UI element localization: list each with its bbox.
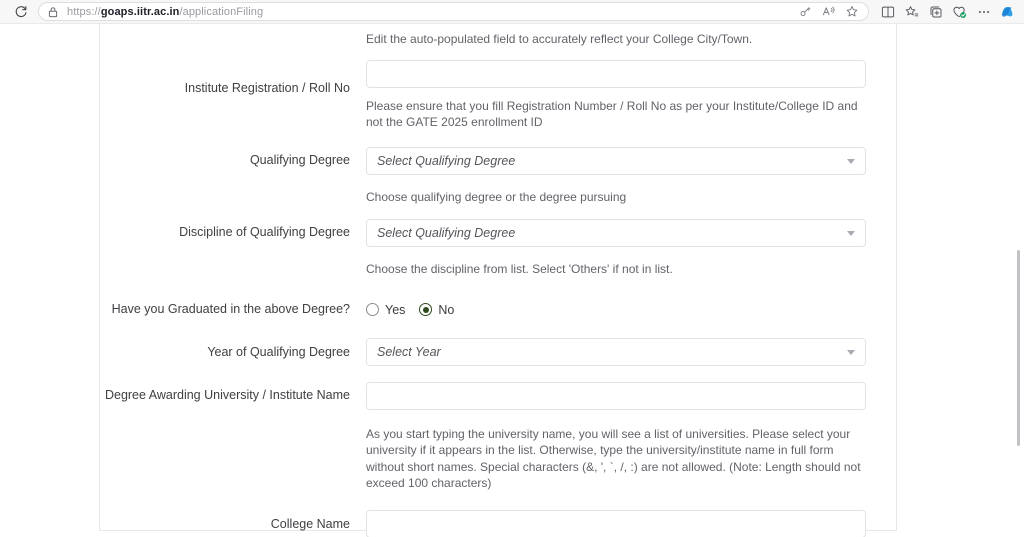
url-path: /applicationFiling: [179, 5, 264, 18]
field-college-city-helper: Edit the auto-populated field to accurat…: [366, 24, 896, 48]
password-key-icon[interactable]: [795, 2, 816, 21]
form-row-college-city-helper: Edit the auto-populated field to accurat…: [100, 24, 896, 48]
qualifying-degree-select[interactable]: Select Qualifying Degree: [366, 146, 866, 175]
radio-label-yes: Yes: [385, 302, 406, 317]
form-row-have-you-graduated: Have you Graduated in the above Degree? …: [100, 278, 896, 320]
year-of-qualifying-degree-select[interactable]: Select Year: [366, 337, 866, 366]
label-degree-awarding-university: Degree Awarding University / Institute N…: [104, 387, 350, 402]
address-bar[interactable]: https://goaps.iitr.ac.in/applicationFili…: [38, 2, 869, 21]
form-row-year-qualifying-degree: Year of Qualifying Degree Select Year: [100, 320, 896, 366]
form-row-institute-registration: Institute Registration / Roll No Please …: [100, 48, 896, 131]
label-institute-registration: Institute Registration / Roll No: [184, 80, 350, 95]
form-row-college-name: College Name As you start typing the col…: [100, 492, 896, 537]
url-host: goaps.iitr.ac.in: [100, 5, 180, 18]
label-year-qualifying-degree: Year of Qualifying Degree: [207, 344, 350, 359]
form-row-qualifying-degree: Qualifying Degree Select Qualifying Degr…: [100, 131, 896, 206]
label-college-name: College Name: [270, 516, 350, 531]
helper-text-discipline-qualifying-degree: Choose the discipline from list. Select …: [366, 262, 673, 276]
discipline-select-wrap: Select Qualifying Degree: [366, 219, 866, 247]
field-qualifying-degree: Select Qualifying Degree Choose qualifyi…: [366, 131, 896, 206]
field-degree-awarding-university: As you start typing the university name,…: [366, 366, 896, 492]
split-screen-icon[interactable]: [877, 2, 898, 21]
settings-and-more-icon[interactable]: [973, 2, 994, 21]
radio-option-no[interactable]: No: [419, 303, 454, 317]
lock-icon[interactable]: [45, 5, 61, 19]
helper-text-institute-registration: Please ensure that you fill Registration…: [366, 98, 858, 130]
degree-awarding-university-input[interactable]: [366, 381, 866, 410]
radio-dot-yes[interactable]: [366, 303, 379, 316]
page-viewport: Edit the auto-populated field to accurat…: [0, 24, 1024, 537]
form-row-discipline-qualifying-degree: Discipline of Qualifying Degree Select Q…: [100, 205, 896, 278]
application-form-card: Edit the auto-populated field to accurat…: [99, 24, 897, 537]
qualifying-degree-select-wrap: Select Qualifying Degree: [366, 146, 866, 175]
label-qualifying-degree: Qualifying Degree: [249, 152, 350, 167]
collections-icon[interactable]: [925, 2, 946, 21]
college-name-input[interactable]: [366, 509, 866, 537]
radio-label-no: No: [438, 302, 455, 317]
browser-toolbar: https://goaps.iitr.ac.in/applicationFili…: [0, 0, 1024, 24]
label-have-you-graduated: Have you Graduated in the above Degree?: [111, 301, 350, 316]
label-discipline-qualifying-degree: Discipline of Qualifying Degree: [179, 225, 350, 239]
discipline-qualifying-degree-select[interactable]: Select Qualifying Degree: [366, 219, 866, 247]
helper-text-college-city: Edit the auto-populated field to accurat…: [366, 32, 753, 46]
favorites-icon[interactable]: [901, 2, 922, 21]
read-aloud-icon[interactable]: [818, 2, 839, 21]
radio-option-yes[interactable]: Yes: [366, 303, 405, 317]
education-details-form: Edit the auto-populated field to accurat…: [100, 24, 896, 537]
field-have-you-graduated: Yes No: [366, 278, 896, 320]
field-year-qualifying-degree: Select Year: [366, 320, 896, 366]
scrollbar-thumb[interactable]: [1017, 250, 1020, 446]
url-text[interactable]: https://goaps.iitr.ac.in/applicationFili…: [67, 6, 795, 18]
reload-icon[interactable]: [10, 2, 32, 22]
field-discipline-qualifying-degree: Select Qualifying Degree Choose the disc…: [366, 205, 896, 278]
radio-dot-no[interactable]: [419, 303, 433, 316]
omnibox-actions: [795, 2, 862, 21]
browser-toolbar-actions: [877, 2, 1018, 21]
institute-registration-input[interactable]: [366, 59, 866, 88]
field-college-name: As you start typing the college name, yo…: [366, 492, 896, 537]
field-institute-registration: Please ensure that you fill Registration…: [366, 48, 896, 131]
year-select-wrap: Select Year: [366, 337, 866, 366]
add-favorite-icon[interactable]: [841, 2, 862, 21]
form-row-degree-awarding-university: Degree Awarding University / Institute N…: [100, 366, 896, 492]
url-scheme: https://: [67, 5, 101, 18]
helper-text-qualifying-degree: Choose qualifying degree or the degree p…: [366, 189, 627, 204]
page-scrollbar[interactable]: [1012, 24, 1024, 537]
have-you-graduated-radio-group: Yes No: [366, 300, 866, 320]
copilot-icon[interactable]: [997, 2, 1018, 21]
helper-text-degree-awarding-university: As you start typing the university name,…: [366, 426, 861, 491]
browser-essentials-icon[interactable]: [949, 2, 970, 21]
